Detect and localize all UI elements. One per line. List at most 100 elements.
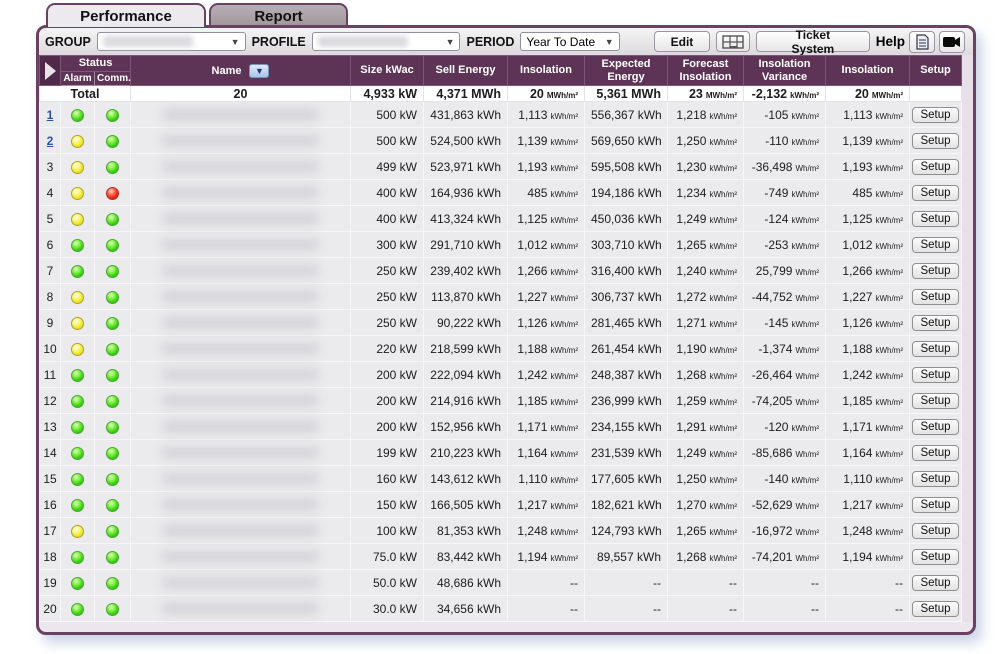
comm-status-cell: [95, 154, 131, 180]
alarm-status-cell: [61, 206, 95, 232]
setup-cell: Setup: [910, 284, 962, 310]
insolation-2-cell: 1,227kWh/m²: [826, 284, 910, 310]
alarm-led-green: [71, 447, 84, 460]
expected-energy-cell: 194,186 kWh: [585, 180, 668, 206]
row-number: 10: [43, 342, 56, 356]
row-number-cell: 16: [40, 492, 61, 518]
setup-button[interactable]: Setup: [912, 263, 958, 279]
setup-cell: Setup: [910, 362, 962, 388]
setup-button[interactable]: Setup: [912, 601, 958, 617]
grid-view-button[interactable]: [716, 31, 750, 52]
comm-led-green: [106, 577, 119, 590]
alarm-status-cell: [61, 102, 95, 128]
help-document-button[interactable]: [909, 31, 935, 53]
period-value: Year To Date: [526, 35, 595, 49]
insolation-variance-cell: -44,752Wh/m²: [744, 284, 826, 310]
total-insolation: 20MWh/m²: [508, 86, 585, 102]
setup-button[interactable]: Setup: [912, 445, 958, 461]
comm-status-cell: [95, 128, 131, 154]
setup-cell: Setup: [910, 102, 962, 128]
comm-led-green: [106, 447, 119, 460]
table-row: 5400 kW413,324 kWh1,125kWh/m²450,036 kWh…: [40, 206, 962, 232]
setup-button[interactable]: Setup: [912, 133, 958, 149]
insolation-variance-cell: -74,205Wh/m²: [744, 388, 826, 414]
total-sell: 4,371 MWh: [424, 86, 508, 102]
size-cell: 200 kW: [351, 414, 424, 440]
collapse-arrow-header[interactable]: [40, 56, 61, 86]
insolation-variance-cell: -110kWh/m²: [744, 128, 826, 154]
profile-value-redacted: [318, 36, 408, 47]
tab-report[interactable]: Report: [209, 3, 348, 27]
alarm-led-green: [71, 577, 84, 590]
group-select[interactable]: ▼: [97, 32, 246, 51]
setup-button[interactable]: Setup: [912, 107, 958, 123]
help-video-button[interactable]: [939, 31, 965, 53]
comm-status-cell: [95, 284, 131, 310]
header-expected-energy: Expected Energy: [585, 56, 668, 86]
setup-button[interactable]: Setup: [912, 185, 958, 201]
alarm-status-cell: [61, 128, 95, 154]
row-number-link[interactable]: 1: [47, 108, 54, 122]
forecast-insolation-cell: 1,268kWh/m²: [668, 544, 744, 570]
period-select[interactable]: Year To Date ▼: [520, 32, 619, 51]
setup-button[interactable]: Setup: [912, 315, 958, 331]
ticket-system-button[interactable]: Ticket System: [756, 31, 870, 52]
table-row: 15160 kW143,612 kWh1,110kWh/m²177,605 kW…: [40, 466, 962, 492]
setup-button[interactable]: Setup: [912, 523, 958, 539]
setup-button[interactable]: Setup: [912, 367, 958, 383]
header-insolation-2: Insolation: [826, 56, 910, 86]
total-forecast: 23MWh/m²: [668, 86, 744, 102]
setup-button[interactable]: Setup: [912, 549, 958, 565]
header-forecast-insolation: Forecast Insolation: [668, 56, 744, 86]
sell-energy-cell: 90,222 kWh: [424, 310, 508, 336]
alarm-status-cell: [61, 284, 95, 310]
site-name-cell: [131, 102, 351, 128]
comm-led-green: [106, 291, 119, 304]
alarm-led-green: [71, 109, 84, 122]
grid-icon: [722, 35, 744, 49]
comm-status-cell: [95, 180, 131, 206]
row-number: 3: [47, 160, 54, 174]
row-number-cell: 5: [40, 206, 61, 232]
comm-led-green: [106, 603, 119, 616]
total-size: 4,933 kW: [351, 86, 424, 102]
comm-status-cell: [95, 258, 131, 284]
setup-button[interactable]: Setup: [912, 419, 958, 435]
setup-button[interactable]: Setup: [912, 575, 958, 591]
site-name-cell: [131, 310, 351, 336]
total-row: Total 20 4,933 kW 4,371 MWh 20MWh/m² 5,3…: [40, 86, 962, 102]
alarm-status-cell: [61, 544, 95, 570]
profile-select[interactable]: ▼: [312, 32, 461, 51]
setup-button[interactable]: Setup: [912, 497, 958, 513]
setup-button[interactable]: Setup: [912, 289, 958, 305]
insolation-variance-cell: -36,498Wh/m²: [744, 154, 826, 180]
setup-button[interactable]: Setup: [912, 341, 958, 357]
insolation-cell: 1,217kWh/m²: [508, 492, 585, 518]
setup-button[interactable]: Setup: [912, 237, 958, 253]
site-name-cell: [131, 570, 351, 596]
insolation-variance-cell: -124kWh/m²: [744, 206, 826, 232]
table-row: 13200 kW152,956 kWh1,171kWh/m²234,155 kW…: [40, 414, 962, 440]
setup-cell: Setup: [910, 232, 962, 258]
total-count: 20: [131, 86, 351, 102]
setup-button[interactable]: Setup: [912, 159, 958, 175]
setup-button[interactable]: Setup: [912, 211, 958, 227]
tab-performance[interactable]: Performance: [46, 3, 206, 27]
size-cell: 199 kW: [351, 440, 424, 466]
chevron-down-icon: ▼: [605, 37, 614, 47]
row-number: 7: [47, 264, 54, 278]
comm-led-green: [106, 499, 119, 512]
edit-button[interactable]: Edit: [654, 31, 711, 52]
setup-cell: Setup: [910, 128, 962, 154]
row-number-link[interactable]: 2: [47, 134, 54, 148]
total-insolation-2: 20MWh/m²: [826, 86, 910, 102]
expected-energy-cell: 306,737 kWh: [585, 284, 668, 310]
size-cell: 30.0 kW: [351, 596, 424, 622]
name-sort-dropdown-icon[interactable]: ▼: [249, 64, 269, 78]
comm-status-cell: [95, 596, 131, 622]
site-name-cell: [131, 388, 351, 414]
setup-cell: Setup: [910, 258, 962, 284]
setup-button[interactable]: Setup: [912, 393, 958, 409]
setup-button[interactable]: Setup: [912, 471, 958, 487]
sell-energy-cell: 524,500 kWh: [424, 128, 508, 154]
